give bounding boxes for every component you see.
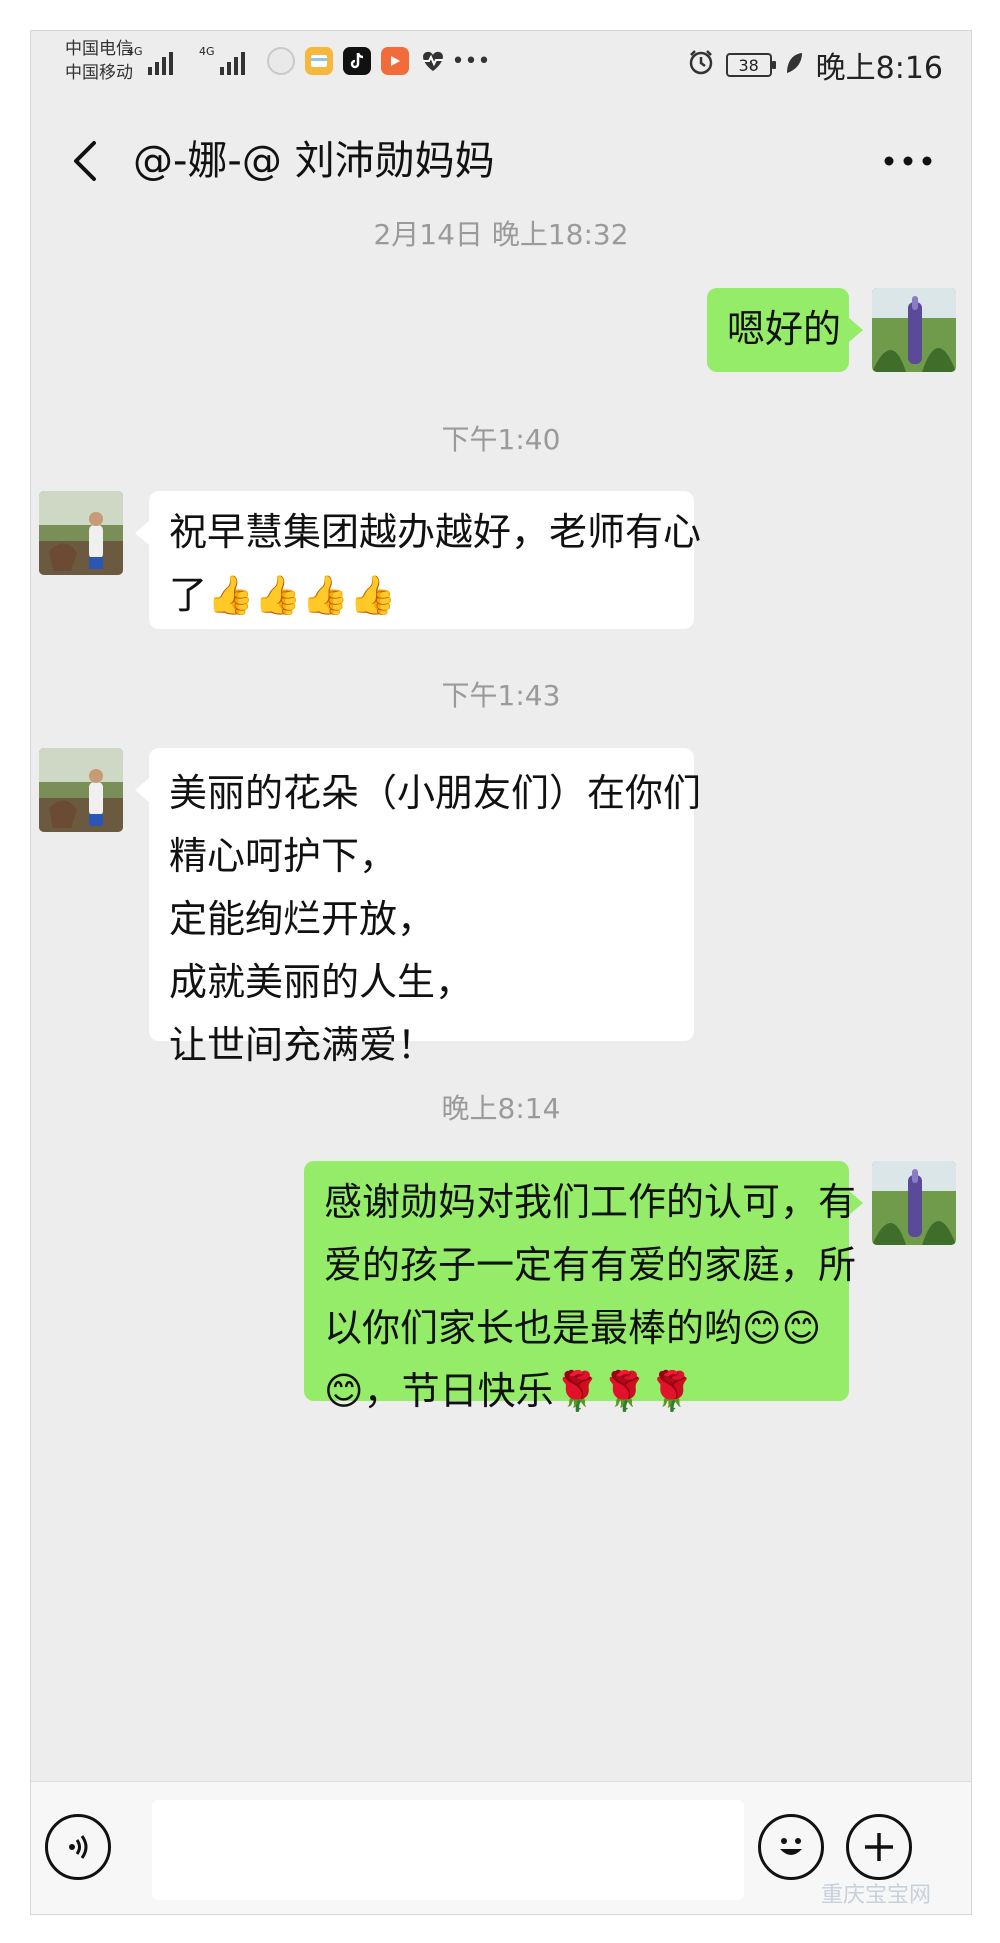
- message-line: 了👍👍👍👍: [169, 573, 397, 617]
- carrier-label-2: 中国移动: [65, 63, 133, 83]
- chat-title: @-娜-@ 刘沛勋妈妈: [133, 138, 495, 184]
- message-line: 祝早慧集团越办越好，老师有心: [169, 510, 702, 554]
- plus-icon: [865, 1833, 893, 1861]
- message-bubble-outgoing[interactable]: 嗯好的: [707, 288, 863, 372]
- message-line: 爱的孩子一定有有爱的家庭，所: [324, 1243, 857, 1287]
- message-line: 以你们家长也是最棒的哟😊😊: [324, 1306, 822, 1350]
- input-bar: 重庆宝宝网: [31, 1781, 971, 1914]
- video-app-icon: [381, 47, 409, 75]
- my-avatar[interactable]: [872, 288, 956, 372]
- message-line: 感谢勋妈对我们工作的认可，有: [324, 1180, 857, 1224]
- carrier-label-1: 中国电信: [65, 39, 133, 59]
- more-dots-icon: [884, 156, 932, 166]
- more-functions-button[interactable]: [846, 1814, 912, 1880]
- message-line: 精心呵护下，: [169, 834, 398, 878]
- wechat-chat-screen: 中国电信 中国移动 4G 4G ••• 38 晚上8:16 @-娜-@ 刘沛勋妈…: [30, 30, 972, 1915]
- status-right: 38 晚上8:16: [688, 43, 943, 87]
- contact-avatar[interactable]: [39, 491, 123, 575]
- emoji-smile-icon: [780, 1838, 802, 1855]
- battery-icon: 38: [725, 53, 776, 77]
- message-line: 定能绚烂开放，: [169, 897, 436, 941]
- message-line: 成就美丽的人生，: [169, 960, 474, 1004]
- message-bubble-incoming[interactable]: 祝早慧集团越办越好，老师有心 了👍👍👍👍: [135, 491, 702, 629]
- message-timestamp: 下午1:43: [441, 679, 561, 712]
- status-bar: 中国电信 中国移动 4G 4G ••• 38 晚上8:16: [31, 31, 971, 101]
- alarm-icon: [688, 48, 714, 83]
- message-line: 嗯好的: [727, 307, 842, 351]
- my-avatar[interactable]: [872, 1161, 956, 1245]
- contact-avatar[interactable]: [39, 748, 123, 832]
- message-line: 美丽的花朵（小朋友们）在你们: [169, 771, 702, 815]
- network-type-1: 4G: [127, 45, 143, 58]
- health-heart-icon: [419, 47, 447, 75]
- signal-strength-icon-2: 4G: [199, 45, 245, 75]
- notification-icons: •••: [267, 47, 491, 75]
- emoji-button[interactable]: [758, 1814, 824, 1880]
- watermark: 重庆宝宝网: [820, 1883, 931, 1908]
- signal-strength-icon-1: 4G: [127, 45, 173, 75]
- chat-header: @-娜-@ 刘沛勋妈妈: [31, 111, 971, 211]
- network-type-2: 4G: [199, 45, 215, 58]
- message-line: 让世间充满爱！: [169, 1023, 436, 1067]
- message-line: 😊，节日快乐🌹🌹🌹: [324, 1369, 696, 1413]
- status-time: 晚上8:16: [815, 51, 943, 86]
- notification-circle-icon: [267, 47, 295, 75]
- wallet-card-icon: [305, 47, 333, 75]
- message-input[interactable]: [152, 1800, 744, 1900]
- tiktok-icon: [343, 47, 371, 75]
- more-options-button[interactable]: [873, 131, 943, 191]
- message-timestamp: 下午1:40: [441, 423, 561, 456]
- back-button[interactable]: [55, 131, 115, 191]
- message-bubble-incoming[interactable]: 美丽的花朵（小朋友们）在你们 精心呵护下， 定能绚烂开放， 成就美丽的人生， 让…: [135, 748, 702, 1067]
- voice-icon: [69, 1835, 88, 1859]
- message-bubble-outgoing[interactable]: 感谢勋妈对我们工作的认可，有 爱的孩子一定有有爱的家庭，所 以你们家长也是最棒的…: [304, 1161, 863, 1413]
- more-dots-icon: •••: [451, 48, 491, 74]
- message-timestamp: 晚上8:14: [441, 1092, 561, 1125]
- leaf-icon: [784, 48, 804, 83]
- chevron-left-icon: [74, 141, 96, 181]
- message-timestamp: 2月14日 晚上18:32: [373, 218, 629, 251]
- voice-input-button[interactable]: [45, 1814, 111, 1880]
